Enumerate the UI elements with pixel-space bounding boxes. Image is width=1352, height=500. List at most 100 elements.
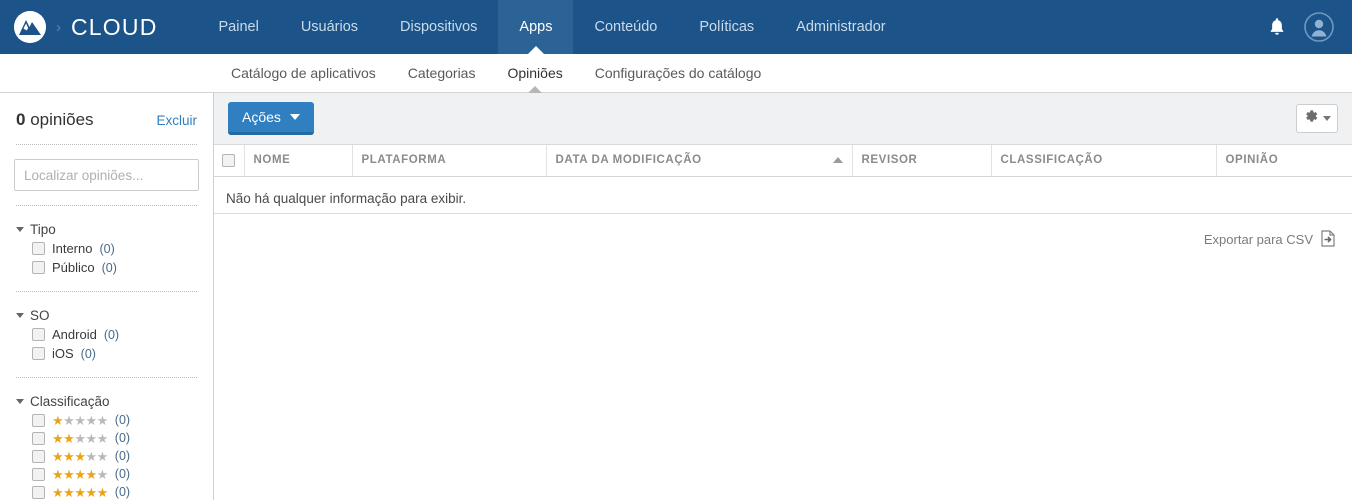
delete-link[interactable]: Excluir xyxy=(156,113,197,128)
user-avatar-icon[interactable] xyxy=(1304,12,1334,42)
facet-option-rating-4[interactable]: ★★★★★ (0) xyxy=(14,465,199,483)
facet-option-ios[interactable]: iOS (0) xyxy=(14,344,199,363)
column-header-revisor[interactable]: REVISOR xyxy=(852,145,992,177)
nav-item-usuarios[interactable]: Usuários xyxy=(280,0,379,54)
column-header-opiniao[interactable]: OPINIÃO xyxy=(1216,145,1352,177)
subnav-item-catalogo-de-aplicativos[interactable]: Catálogo de aplicativos xyxy=(215,54,392,92)
column-header-opiniao-label: OPINIÃO xyxy=(1225,154,1279,167)
sidebar-header: 0 opiniões Excluir xyxy=(14,93,199,130)
facet-option-publico-count: (0) xyxy=(101,260,117,275)
gear-icon xyxy=(1303,108,1319,129)
chevron-down-icon xyxy=(16,227,24,232)
checkbox-publico[interactable] xyxy=(32,261,45,274)
export-row: Exportar para CSV xyxy=(214,214,1352,250)
opinion-count-label: opiniões xyxy=(30,110,94,129)
facet-option-rating-5-count: (0) xyxy=(114,485,131,499)
subnav-item-opinioes[interactable]: Opiniões xyxy=(491,54,578,92)
actions-button-label: Ações xyxy=(242,109,281,125)
subnav-item-configuracoes-do-catalogo[interactable]: Configurações do catálogo xyxy=(579,54,778,92)
facet-tipo-title[interactable]: Tipo xyxy=(14,208,199,239)
facet-so-label: SO xyxy=(30,308,50,323)
column-header-data-da-modificacao[interactable]: DATA DA MODIFICAÇÃO xyxy=(546,145,853,177)
facet-so: SO Android (0) iOS (0) xyxy=(14,292,199,363)
chevron-down-icon xyxy=(16,399,24,404)
opinion-count: 0 opiniões xyxy=(16,110,94,130)
chevron-down-icon xyxy=(1323,116,1331,121)
column-header-classificacao-label: CLASSIFICAÇÃO xyxy=(1000,154,1103,167)
export-csv-label[interactable]: Exportar para CSV xyxy=(1204,232,1313,247)
rating-stars-1: ★★★★★ xyxy=(52,412,108,428)
export-csv-icon[interactable] xyxy=(1320,229,1336,250)
nav-item-dispositivos[interactable]: Dispositivos xyxy=(379,0,498,54)
notification-bell-icon[interactable] xyxy=(1266,16,1288,38)
content-toolbar: Ações xyxy=(214,93,1352,145)
actions-button[interactable]: Ações xyxy=(228,102,314,135)
top-navigation-bar: › CLOUD Painel Usuários Dispositivos App… xyxy=(0,0,1352,54)
nav-item-conteudo[interactable]: Conteúdo xyxy=(573,0,678,54)
facet-option-ios-count: (0) xyxy=(80,346,96,361)
mountain-logo-icon xyxy=(14,11,46,43)
column-header-plataforma-label: PLATAFORMA xyxy=(361,154,447,167)
facet-option-ios-label: iOS xyxy=(52,346,74,361)
facet-so-title[interactable]: SO xyxy=(14,294,199,325)
checkbox-rating-4[interactable] xyxy=(32,467,45,481)
nav-item-administrador[interactable]: Administrador xyxy=(775,0,906,54)
filter-sidebar: 0 opiniões Excluir Tipo Interno (0) Públ… xyxy=(0,93,214,500)
brand-name: CLOUD xyxy=(71,13,158,40)
checkbox-rating-2[interactable] xyxy=(32,431,45,445)
rating-stars-3: ★★★★★ xyxy=(52,448,108,464)
facet-option-rating-3[interactable]: ★★★★★ (0) xyxy=(14,447,199,465)
opinion-count-value: 0 xyxy=(16,110,26,129)
nav-item-painel[interactable]: Painel xyxy=(198,0,280,54)
facet-classificacao-title[interactable]: Classificação xyxy=(14,380,199,411)
checkbox-select-all[interactable] xyxy=(222,153,236,167)
checkbox-android[interactable] xyxy=(32,328,45,341)
facet-option-publico[interactable]: Público (0) xyxy=(14,258,199,277)
column-header-data-da-modificacao-label: DATA DA MODIFICAÇÃO xyxy=(555,154,702,167)
facet-option-rating-5[interactable]: ★★★★★ (0) xyxy=(14,483,199,500)
facet-option-interno-label: Interno xyxy=(52,241,93,256)
rating-stars-5: ★★★★★ xyxy=(52,484,108,500)
brand[interactable]: › CLOUD xyxy=(0,0,168,54)
checkbox-rating-1[interactable] xyxy=(32,413,45,427)
facet-option-android-label: Android xyxy=(52,327,97,342)
page-body: 0 opiniões Excluir Tipo Interno (0) Públ… xyxy=(0,93,1352,500)
checkbox-rating-5[interactable] xyxy=(32,485,45,499)
facet-option-interno-count: (0) xyxy=(99,241,115,256)
table-header-row: NOME PLATAFORMA DATA DA MODIFICAÇÃO REVI… xyxy=(214,145,1352,177)
facet-option-publico-label: Público xyxy=(52,260,95,275)
facet-option-rating-4-count: (0) xyxy=(114,467,131,481)
facet-tipo: Tipo Interno (0) Público (0) xyxy=(14,206,199,277)
chevron-down-icon xyxy=(289,114,300,120)
column-header-nome-label: NOME xyxy=(253,154,291,167)
checkbox-ios[interactable] xyxy=(32,347,45,360)
checkbox-interno[interactable] xyxy=(32,242,45,255)
main-content: Ações NOME PLATAFORMA DATA DA MODIFICAÇÃ… xyxy=(214,93,1352,500)
column-header-revisor-label: REVISOR xyxy=(861,154,918,167)
facet-option-rating-1[interactable]: ★★★★★ (0) xyxy=(14,411,199,429)
rating-stars-2: ★★★★★ xyxy=(52,430,108,446)
search-input[interactable] xyxy=(14,159,199,191)
sidebar-divider-1 xyxy=(16,144,197,145)
chevron-down-icon xyxy=(16,313,24,318)
nav-item-apps[interactable]: Apps xyxy=(498,0,574,54)
facet-option-rating-3-count: (0) xyxy=(114,449,131,463)
primary-nav: Painel Usuários Dispositivos Apps Conteú… xyxy=(198,0,907,54)
facet-option-rating-2[interactable]: ★★★★★ (0) xyxy=(14,429,199,447)
facet-option-android-count: (0) xyxy=(103,327,120,342)
settings-gear-button[interactable] xyxy=(1296,104,1338,133)
sort-ascending-icon xyxy=(832,157,843,164)
facet-option-interno[interactable]: Interno (0) xyxy=(14,239,199,258)
opinions-table: NOME PLATAFORMA DATA DA MODIFICAÇÃO REVI… xyxy=(214,145,1352,177)
checkbox-rating-3[interactable] xyxy=(32,449,45,463)
nav-item-politicas[interactable]: Políticas xyxy=(678,0,775,54)
secondary-navigation-bar: Catálogo de aplicativos Categorias Opini… xyxy=(0,54,1352,93)
select-all-header[interactable] xyxy=(214,145,245,177)
column-header-nome[interactable]: NOME xyxy=(244,145,353,177)
subnav-item-categorias[interactable]: Categorias xyxy=(392,54,492,92)
facet-tipo-label: Tipo xyxy=(30,222,56,237)
facet-option-android[interactable]: Android (0) xyxy=(14,325,199,344)
column-header-plataforma[interactable]: PLATAFORMA xyxy=(352,145,547,177)
facet-option-rating-2-count: (0) xyxy=(114,431,131,445)
column-header-classificacao[interactable]: CLASSIFICAÇÃO xyxy=(991,145,1217,177)
